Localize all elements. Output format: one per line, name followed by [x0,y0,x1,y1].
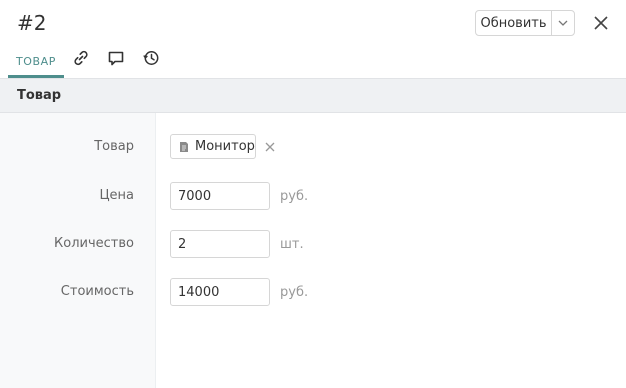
chevron-down-icon [558,20,568,26]
update-button-group: Обновить [475,10,575,36]
product-chip[interactable]: Монитор [170,134,256,159]
cost-label: Стоимость [60,284,134,299]
update-button[interactable]: Обновить [476,11,552,35]
quantity-unit: шт. [280,237,304,252]
remove-icon[interactable] [265,142,275,152]
section-title: Товар [17,88,62,103]
close-icon[interactable] [592,14,610,32]
tab-product[interactable]: ТОВАР [8,44,64,78]
tab-bar: ТОВАР [0,44,626,78]
cost-input[interactable] [170,278,270,306]
link-icon[interactable] [72,49,90,67]
record-title: #2 [17,11,47,35]
column-divider [155,113,156,388]
comment-icon[interactable] [107,49,125,67]
update-dropdown-toggle[interactable] [552,11,574,35]
history-icon[interactable] [142,49,160,67]
document-icon [180,141,188,152]
product-value: Монитор [195,139,255,154]
section-header: Товар [0,78,626,113]
price-unit: руб. [280,189,309,204]
product-label: Товар [94,139,134,154]
cost-unit: руб. [280,285,309,300]
price-input[interactable] [170,182,270,210]
quantity-input[interactable] [170,230,270,258]
price-label: Цена [99,188,134,203]
quantity-label: Количество [54,236,134,251]
